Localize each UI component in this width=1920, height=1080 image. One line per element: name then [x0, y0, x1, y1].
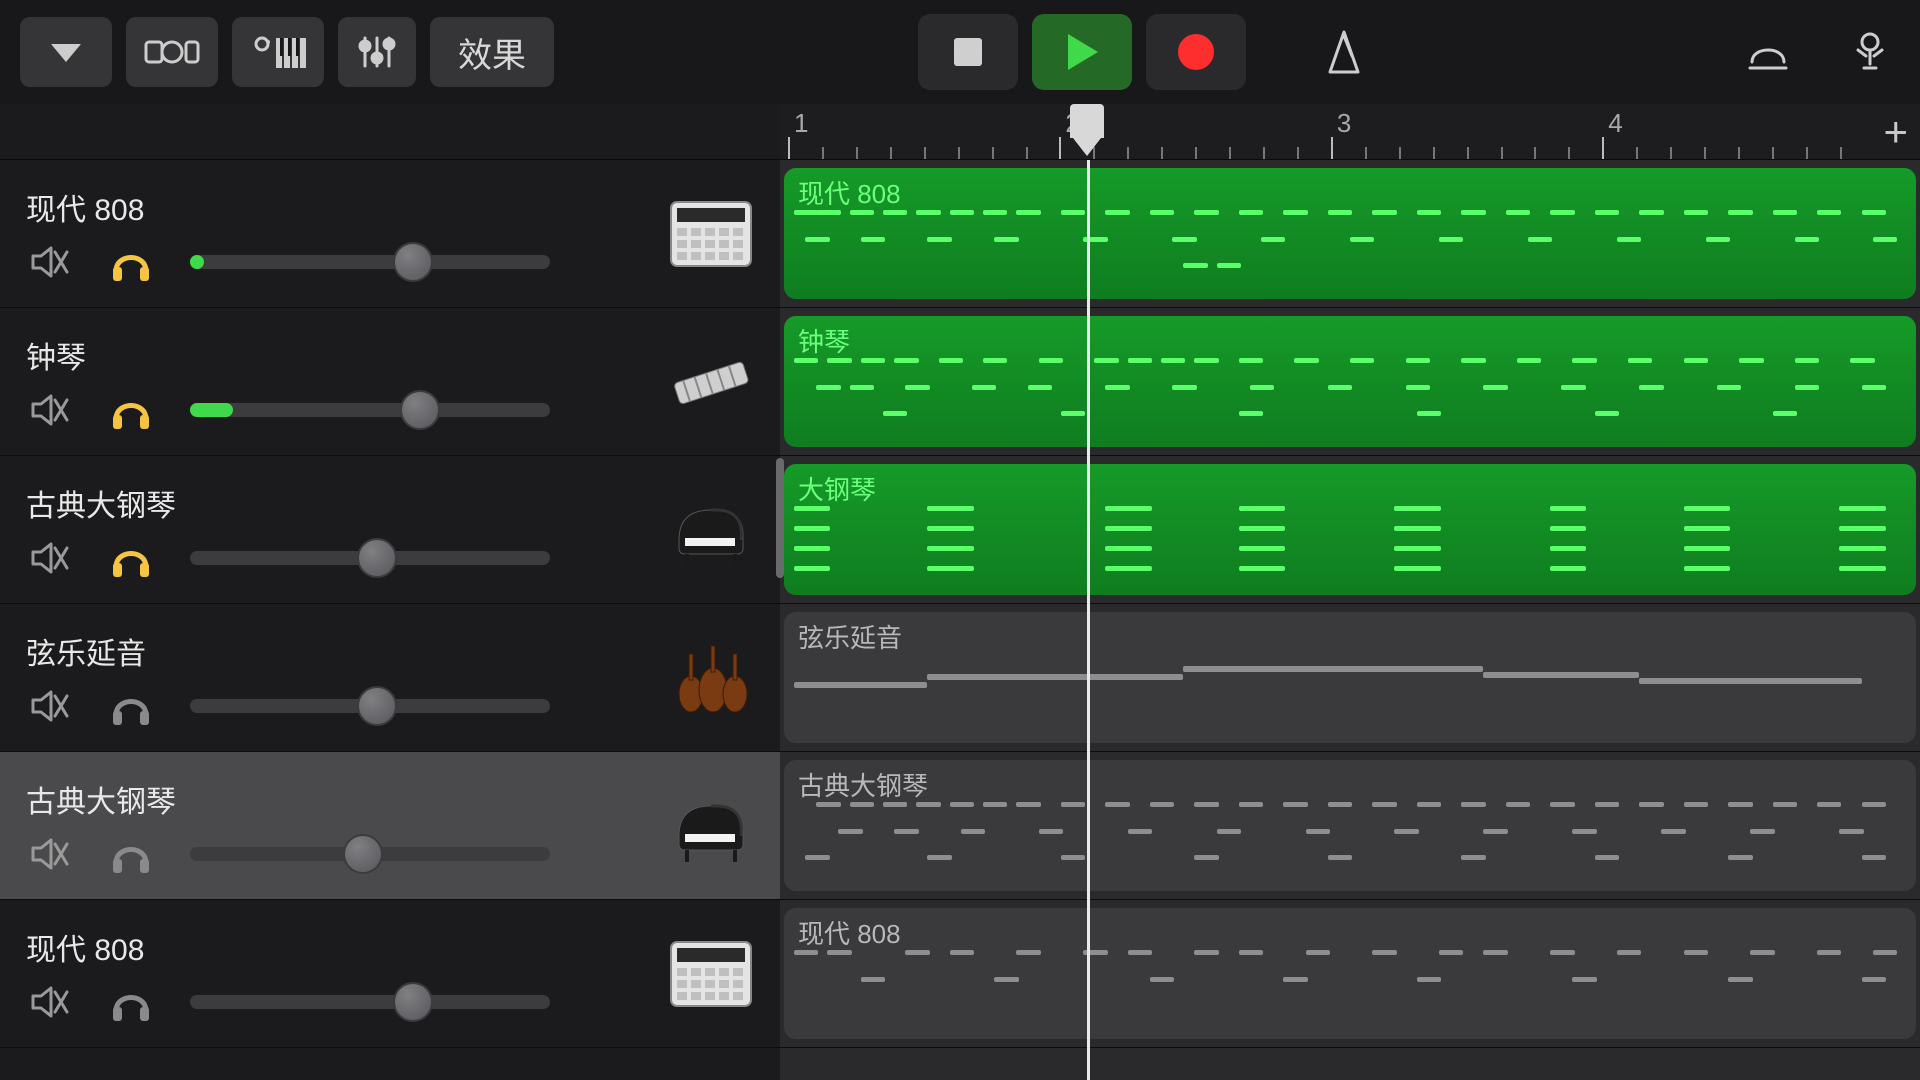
transport	[918, 14, 1246, 90]
midi-notes	[794, 800, 1906, 883]
volume-slider[interactable]	[190, 403, 550, 417]
instrument-icon[interactable]	[664, 779, 758, 873]
track-row[interactable]: 现代 808	[0, 900, 780, 1048]
arrange-lane[interactable]: 钟琴	[780, 308, 1920, 456]
midi-region[interactable]: 现代 808	[784, 908, 1916, 1039]
track-name-label: 钟琴	[26, 333, 762, 377]
instrument-icon[interactable]	[664, 631, 758, 725]
mute-button[interactable]	[26, 239, 72, 285]
solo-button[interactable]	[108, 831, 154, 877]
fx-button-label: 效果	[458, 28, 526, 77]
fx-button[interactable]: 效果	[430, 17, 554, 87]
arrange-lane[interactable]: 现代 808	[780, 900, 1920, 1048]
arrange-area: + 1234 现代 808钟琴大钢琴弦乐延音古典大钢琴现代 808	[780, 104, 1920, 1080]
arrange-lane[interactable]: 弦乐延音	[780, 604, 1920, 752]
mute-button[interactable]	[26, 535, 72, 581]
track-name-label: 古典大钢琴	[26, 481, 762, 525]
settings-button[interactable]	[1840, 22, 1900, 82]
midi-region[interactable]: 大钢琴	[784, 464, 1916, 595]
mute-button[interactable]	[26, 387, 72, 433]
record-button[interactable]	[1146, 14, 1246, 90]
instrument-view-button[interactable]	[232, 17, 324, 87]
solo-button[interactable]	[108, 683, 154, 729]
volume-slider[interactable]	[190, 699, 550, 713]
volume-slider[interactable]	[190, 847, 550, 861]
volume-slider[interactable]	[190, 551, 550, 565]
mute-button[interactable]	[26, 831, 72, 877]
volume-meter	[190, 403, 233, 417]
loop-button[interactable]	[1738, 22, 1798, 82]
solo-button[interactable]	[108, 387, 154, 433]
instrument-icon[interactable]	[664, 483, 758, 577]
track-name-label: 现代 808	[26, 185, 762, 229]
track-row[interactable]: 钟琴	[0, 308, 780, 456]
solo-button[interactable]	[108, 239, 154, 285]
track-row[interactable]: 弦乐延音	[0, 604, 780, 752]
volume-knob[interactable]	[357, 538, 397, 578]
arrange-lane[interactable]: 大钢琴	[780, 456, 1920, 604]
my-songs-button[interactable]	[20, 17, 112, 87]
mute-button[interactable]	[26, 979, 72, 1025]
midi-notes	[794, 652, 1906, 735]
instrument-icon[interactable]	[664, 335, 758, 429]
mute-button[interactable]	[26, 683, 72, 729]
solo-button[interactable]	[108, 979, 154, 1025]
volume-meter	[190, 255, 204, 269]
track-name-label: 现代 808	[26, 925, 762, 969]
toolbar: 效果	[0, 0, 1920, 104]
midi-region[interactable]: 弦乐延音	[784, 612, 1916, 743]
region-label: 现代 808	[798, 914, 1902, 951]
scroll-indicator[interactable]	[776, 458, 784, 578]
volume-knob[interactable]	[400, 390, 440, 430]
ruler-bar-number: 1	[794, 108, 808, 139]
volume-knob[interactable]	[343, 834, 383, 874]
midi-notes	[794, 948, 1906, 1031]
track-row[interactable]: 古典大钢琴	[0, 752, 780, 900]
midi-notes	[794, 504, 1906, 587]
volume-knob[interactable]	[393, 982, 433, 1022]
region-label: 现代 808	[798, 174, 1902, 211]
track-name-label: 古典大钢琴	[26, 777, 762, 821]
volume-slider[interactable]	[190, 255, 550, 269]
midi-notes	[794, 356, 1906, 439]
track-list: 现代 808钟琴古典大钢琴弦乐延音古典大钢琴现代 808	[0, 104, 780, 1080]
midi-region[interactable]: 古典大钢琴	[784, 760, 1916, 891]
track-name-label: 弦乐延音	[26, 629, 762, 673]
playhead-handle[interactable]	[1070, 104, 1104, 138]
volume-slider[interactable]	[190, 995, 550, 1009]
region-label: 大钢琴	[798, 470, 1902, 507]
track-row[interactable]: 现代 808	[0, 160, 780, 308]
arrange-lane[interactable]: 现代 808	[780, 160, 1920, 308]
midi-region[interactable]: 钟琴	[784, 316, 1916, 447]
region-label: 弦乐延音	[798, 618, 1902, 655]
arrange-lane[interactable]: 古典大钢琴	[780, 752, 1920, 900]
mixer-button[interactable]	[338, 17, 416, 87]
ruler-bar-number: 4	[1608, 108, 1622, 139]
instrument-icon[interactable]	[664, 927, 758, 1021]
region-label: 古典大钢琴	[798, 766, 1902, 803]
region-label: 钟琴	[798, 322, 1902, 359]
volume-knob[interactable]	[393, 242, 433, 282]
midi-region[interactable]: 现代 808	[784, 168, 1916, 299]
solo-button[interactable]	[108, 535, 154, 581]
metronome-button[interactable]	[1314, 22, 1374, 82]
play-button[interactable]	[1032, 14, 1132, 90]
stop-button[interactable]	[918, 14, 1018, 90]
add-track-button[interactable]: +	[1883, 111, 1908, 153]
view-browser-button[interactable]	[126, 17, 218, 87]
arrange-lanes[interactable]: 现代 808钟琴大钢琴弦乐延音古典大钢琴现代 808	[780, 160, 1920, 1080]
main: 现代 808钟琴古典大钢琴弦乐延音古典大钢琴现代 808 + 1234 现代 8…	[0, 104, 1920, 1080]
track-row[interactable]: 古典大钢琴	[0, 456, 780, 604]
midi-notes	[794, 208, 1906, 291]
ruler-bar-number: 3	[1337, 108, 1351, 139]
volume-knob[interactable]	[357, 686, 397, 726]
timeline-ruler[interactable]: + 1234	[780, 104, 1920, 160]
instrument-icon[interactable]	[664, 187, 758, 281]
